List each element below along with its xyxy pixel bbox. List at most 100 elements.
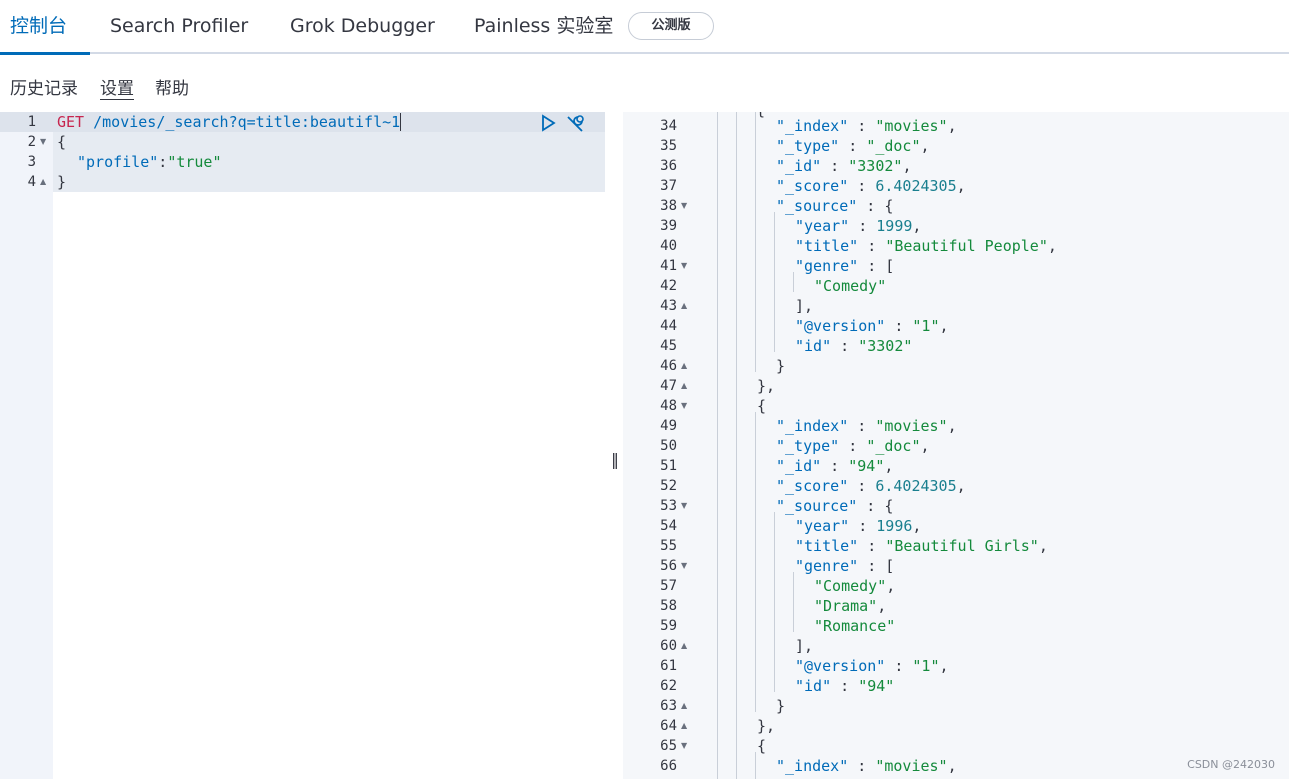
line-number: 45 — [660, 338, 677, 354]
line-number: 56 — [660, 558, 677, 574]
http-method: GET — [57, 113, 85, 131]
line-number: 42 — [660, 278, 677, 294]
line-number: 38 — [660, 198, 677, 214]
out-line: }, — [757, 717, 776, 735]
out-line: "genre" : [ — [795, 257, 895, 275]
tab-painless-lab[interactable]: Painless 实验室 — [474, 0, 613, 54]
line-number: 34 — [660, 118, 677, 134]
fold-toggle-icon[interactable]: ▼ — [681, 396, 687, 416]
line-number: 3 — [27, 154, 36, 170]
tab-grok-debugger[interactable]: Grok Debugger — [290, 0, 435, 54]
out-line: "id" : "94" — [795, 677, 895, 695]
indent-guide — [793, 572, 794, 632]
line-number: 65 — [660, 738, 677, 754]
out-line: } — [776, 357, 786, 375]
line-number: 36 — [660, 158, 677, 174]
out-line: "_id" : "94", — [776, 457, 894, 475]
line-number: 47 — [660, 378, 677, 394]
line-number: 40 — [660, 238, 677, 254]
fold-toggle-icon[interactable]: ▼ — [681, 256, 687, 276]
fold-toggle-icon[interactable]: ▲ — [681, 296, 687, 316]
menu-settings-label: 设置 — [100, 79, 134, 100]
line-number: 49 — [660, 418, 677, 434]
pane-divider[interactable] — [605, 112, 623, 779]
tab-console[interactable]: 控制台 — [10, 0, 67, 54]
out-line: "_score" : 6.4024305, — [776, 477, 966, 495]
wrench-icon[interactable] — [564, 113, 586, 139]
out-line: "@version" : "1", — [795, 657, 949, 675]
menu-settings[interactable]: 设置 — [100, 76, 134, 102]
top-tab-bar: 控制台 Search Profiler Grok Debugger Painle… — [0, 0, 1289, 55]
request-path: /movies/_search?q=title:beautifl~1 — [93, 113, 401, 131]
line-number: 43 — [660, 298, 677, 314]
out-line: "Comedy" — [814, 277, 887, 295]
out-line: "title" : "Beautiful People", — [795, 237, 1057, 255]
indent-guide — [793, 272, 794, 292]
fold-toggle-icon[interactable]: ▲ — [40, 172, 46, 192]
fold-toggle-icon[interactable]: ▲ — [681, 696, 687, 716]
code-line-4: } — [57, 173, 67, 191]
line-number: 50 — [660, 438, 677, 454]
menu-history[interactable]: 历史记录 — [10, 76, 78, 102]
play-icon[interactable] — [540, 114, 556, 136]
line-number: 52 — [660, 478, 677, 494]
out-line: "_type" : "_doc", — [776, 437, 930, 455]
out-line: "_type" : "_doc", — [776, 137, 930, 155]
line-number: 4 — [27, 174, 36, 190]
fold-toggle-icon[interactable]: ▼ — [681, 736, 687, 756]
out-line: "year" : 1999, — [795, 217, 922, 235]
out-line: }, — [757, 377, 776, 395]
line-number: 41 — [660, 258, 677, 274]
fold-toggle-icon[interactable]: ▲ — [681, 716, 687, 736]
out-line: "_index" : "movies", — [776, 757, 957, 775]
line-number: 57 — [660, 578, 677, 594]
out-line: "_id" : "3302", — [776, 157, 912, 175]
line-number: 53 — [660, 498, 677, 514]
indent-guide — [755, 752, 756, 779]
code-line-2: { — [57, 133, 67, 151]
fold-toggle-icon[interactable]: ▲ — [681, 636, 687, 656]
line-number: 35 — [660, 138, 677, 154]
fold-toggle-icon[interactable]: ▼ — [681, 556, 687, 576]
line-number: 37 — [660, 178, 677, 194]
line-number: 44 — [660, 318, 677, 334]
out-line: { — [757, 737, 767, 755]
menu-help[interactable]: 帮助 — [155, 76, 189, 102]
out-line: } — [776, 697, 786, 715]
line-number: 54 — [660, 518, 677, 534]
line-number: 46 — [660, 358, 677, 374]
tab-search-profiler[interactable]: Search Profiler — [110, 0, 248, 54]
line-number: 61 — [660, 658, 677, 674]
fold-toggle-icon[interactable]: ▼ — [681, 496, 687, 516]
line-number: 51 — [660, 458, 677, 474]
out-line: ], — [795, 297, 814, 315]
indent-guide — [755, 412, 756, 712]
beta-badge: 公测版 — [628, 12, 714, 40]
line-number: 66 — [660, 758, 677, 774]
line-number: 63 — [660, 698, 677, 714]
line-number: 48 — [660, 398, 677, 414]
fold-toggle-icon[interactable]: ▼ — [40, 132, 46, 152]
resize-handle-icon[interactable]: ‖ — [611, 450, 619, 469]
json-value: "true" — [167, 153, 222, 171]
line-number: 39 — [660, 218, 677, 234]
line-number: 62 — [660, 678, 677, 694]
indent-guide — [736, 112, 737, 779]
line-number: 64 — [660, 718, 677, 734]
out-line: "id" : "3302" — [795, 337, 913, 355]
fold-toggle-icon[interactable]: ▲ — [681, 356, 687, 376]
out-line: "Romance" — [814, 617, 896, 635]
line-number: 55 — [660, 538, 677, 554]
indent-guide — [774, 512, 775, 692]
out-line: "_source" : { — [776, 197, 894, 215]
fold-toggle-icon[interactable]: ▲ — [681, 376, 687, 396]
json-sep: : — [158, 153, 168, 171]
out-line-brace-partial: { — [756, 112, 765, 120]
code-line-3: "profile":"true" — [77, 152, 222, 172]
out-line: "@version" : "1", — [795, 317, 949, 335]
json-key: "profile" — [77, 153, 159, 171]
editor-gutter — [0, 112, 53, 779]
fold-toggle-icon[interactable]: ▼ — [681, 196, 687, 216]
request-editor[interactable]: 1 2 ▼ 3 4 ▲ GET /movies/_search?q=title:… — [0, 112, 605, 779]
line-number: 58 — [660, 598, 677, 614]
